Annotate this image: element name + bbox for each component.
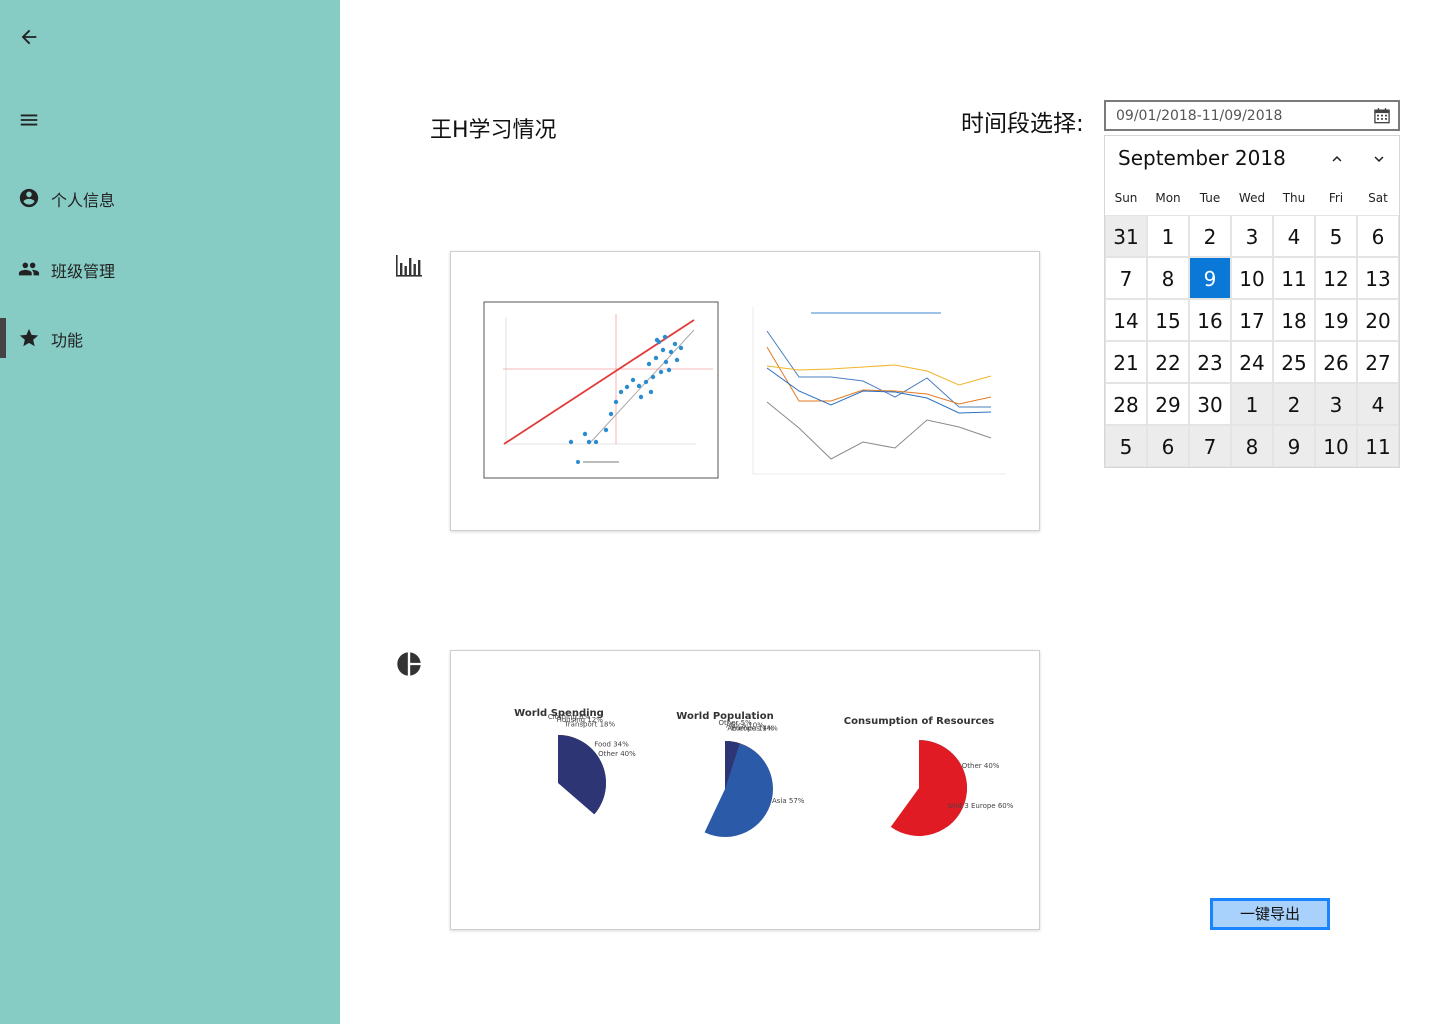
pie-slice-label: Other 40%: [962, 762, 1000, 770]
calendar-day[interactable]: 18: [1273, 299, 1315, 341]
chevron-up-icon[interactable]: [1328, 150, 1346, 168]
star-icon: [19, 328, 39, 347]
calendar-day[interactable]: 26: [1315, 341, 1357, 383]
calendar-day[interactable]: 15: [1147, 299, 1189, 341]
pie-slice-label: Asia 57%: [772, 797, 805, 805]
weekday-label: Wed: [1238, 191, 1266, 205]
calendar-month-title[interactable]: September 2018: [1118, 146, 1286, 170]
population-pie: Europe 14%Americas 14%Africa 10%Asia 57%…: [704, 719, 805, 837]
calendar-day[interactable]: 4: [1273, 215, 1315, 257]
weekday-label: Tue: [1199, 191, 1221, 205]
calendar-day[interactable]: 1: [1147, 215, 1189, 257]
calendar-day[interactable]: 20: [1357, 299, 1399, 341]
sidebar-item-personal-info[interactable]: 个人信息: [0, 178, 340, 218]
weekday-label: Sat: [1368, 191, 1388, 205]
calendar-day[interactable]: 17: [1231, 299, 1273, 341]
calendar-icon[interactable]: [1372, 106, 1392, 126]
weekday-label: Mon: [1155, 191, 1181, 205]
pie-slice-label: Food 34%: [594, 740, 629, 748]
calendar-day[interactable]: 19: [1315, 299, 1357, 341]
calendar-day[interactable]: 16: [1189, 299, 1231, 341]
pie-chart-icon: [397, 652, 421, 676]
calendar-day[interactable]: 4: [1357, 383, 1399, 425]
calendar-day[interactable]: 9: [1189, 257, 1231, 299]
resources-title: Consumption of Resources: [844, 716, 994, 727]
sidebar-item-functions[interactable]: 功能: [0, 318, 340, 358]
date-range-field[interactable]: [1104, 100, 1400, 131]
study-charts-image: [483, 301, 1006, 479]
calendar-day[interactable]: 3: [1231, 215, 1273, 257]
calendar-day[interactable]: 11: [1273, 257, 1315, 299]
date-range-label: 时间段选择:: [961, 111, 1084, 137]
date-range-input[interactable]: [1116, 106, 1366, 126]
pie-slice: [704, 741, 773, 837]
calendar-day[interactable]: 2: [1273, 383, 1315, 425]
calendar-day[interactable]: 28: [1105, 383, 1147, 425]
calendar-day[interactable]: 10: [1231, 257, 1273, 299]
calendar-day[interactable]: 5: [1315, 215, 1357, 257]
calendar-day[interactable]: 7: [1105, 257, 1147, 299]
calendar-day[interactable]: 12: [1315, 257, 1357, 299]
sidebar-item-label: 班级管理: [51, 262, 116, 281]
pie-slice-label: Other 40%: [598, 750, 636, 758]
account-circle-icon: [19, 188, 39, 208]
calendar-day[interactable]: 10: [1315, 425, 1357, 467]
calendar-day[interactable]: 24: [1231, 341, 1273, 383]
calendar-day[interactable]: 9: [1273, 425, 1315, 467]
hamburger-menu-icon[interactable]: [18, 109, 40, 131]
calendar-day[interactable]: 27: [1357, 341, 1399, 383]
calendar-day[interactable]: 8: [1231, 425, 1273, 467]
calendar-day[interactable]: 11: [1357, 425, 1399, 467]
chevron-down-icon[interactable]: [1370, 150, 1388, 168]
calendar-day[interactable]: 7: [1189, 425, 1231, 467]
pie-charts: World Spending World Population Consumpt…: [514, 708, 1014, 837]
group-icon: [18, 262, 40, 276]
sidebar: 个人信息 班级管理 功能: [0, 0, 340, 1024]
calendar-day[interactable]: 6: [1147, 425, 1189, 467]
calendar-day[interactable]: 8: [1147, 257, 1189, 299]
weekday-label: Sun: [1114, 191, 1138, 205]
calendar-day[interactable]: 31: [1105, 215, 1147, 257]
sidebar-item-class-management[interactable]: 班级管理: [0, 249, 340, 289]
pie-slice: [890, 740, 968, 836]
export-button[interactable]: 一键导出: [1210, 898, 1330, 930]
calendar-day[interactable]: 6: [1357, 215, 1399, 257]
calendar-day[interactable]: 3: [1315, 383, 1357, 425]
sidebar-item-label: 个人信息: [51, 191, 116, 210]
calendar-day[interactable]: 13: [1357, 257, 1399, 299]
study-charts-card: [450, 251, 1040, 531]
resources-pie: Other 40% Unit 3 Europe 60%: [890, 740, 1014, 836]
pie-slice-label: Unit 3 Europe 60%: [948, 802, 1014, 810]
weekday-label: Thu: [1282, 191, 1306, 205]
calendar-day[interactable]: 1: [1231, 383, 1273, 425]
date-picker-popup: September 2018 Sun Mon Tue Wed Thu Fri Sat 31 1…: [1104, 135, 1400, 468]
pie-slice-label: Other 5%: [719, 719, 753, 727]
calendar-day[interactable]: 5: [1105, 425, 1147, 467]
sidebar-item-label: 功能: [51, 331, 84, 350]
pie-slice-label: Transport 18%: [564, 721, 616, 729]
calendar-day[interactable]: 2: [1189, 215, 1231, 257]
pie-charts-card: World Spending World Population Consumpt…: [450, 650, 1040, 930]
calendar-day[interactable]: 23: [1189, 341, 1231, 383]
calendar-day[interactable]: 14: [1105, 299, 1147, 341]
calendar-day[interactable]: 29: [1147, 383, 1189, 425]
bar-chart-icon: [396, 255, 422, 277]
calendar-day[interactable]: 22: [1147, 341, 1189, 383]
active-indicator: [0, 318, 6, 358]
spending-pie: Food 34%Clothing 6%Housing 12%Transport …: [548, 713, 636, 815]
back-arrow-icon[interactable]: [18, 26, 40, 48]
page-title: 王H学习情况: [430, 118, 557, 143]
calendar-day[interactable]: 30: [1189, 383, 1231, 425]
weekday-label: Fri: [1328, 191, 1344, 205]
calendar-day[interactable]: 25: [1273, 341, 1315, 383]
calendar-day[interactable]: 21: [1105, 341, 1147, 383]
